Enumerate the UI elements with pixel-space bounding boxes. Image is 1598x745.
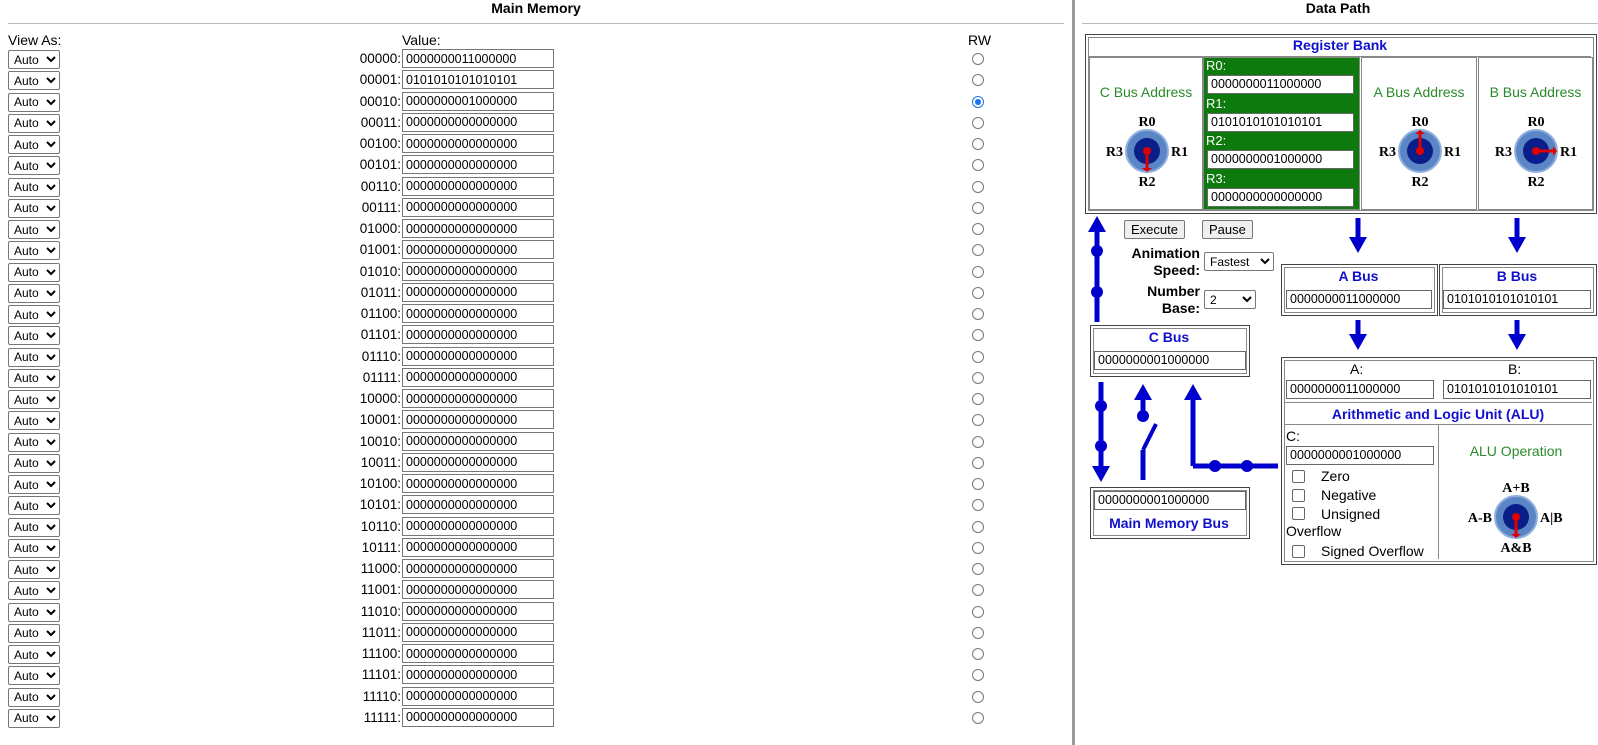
bus-wiring <box>1088 216 1526 482</box>
